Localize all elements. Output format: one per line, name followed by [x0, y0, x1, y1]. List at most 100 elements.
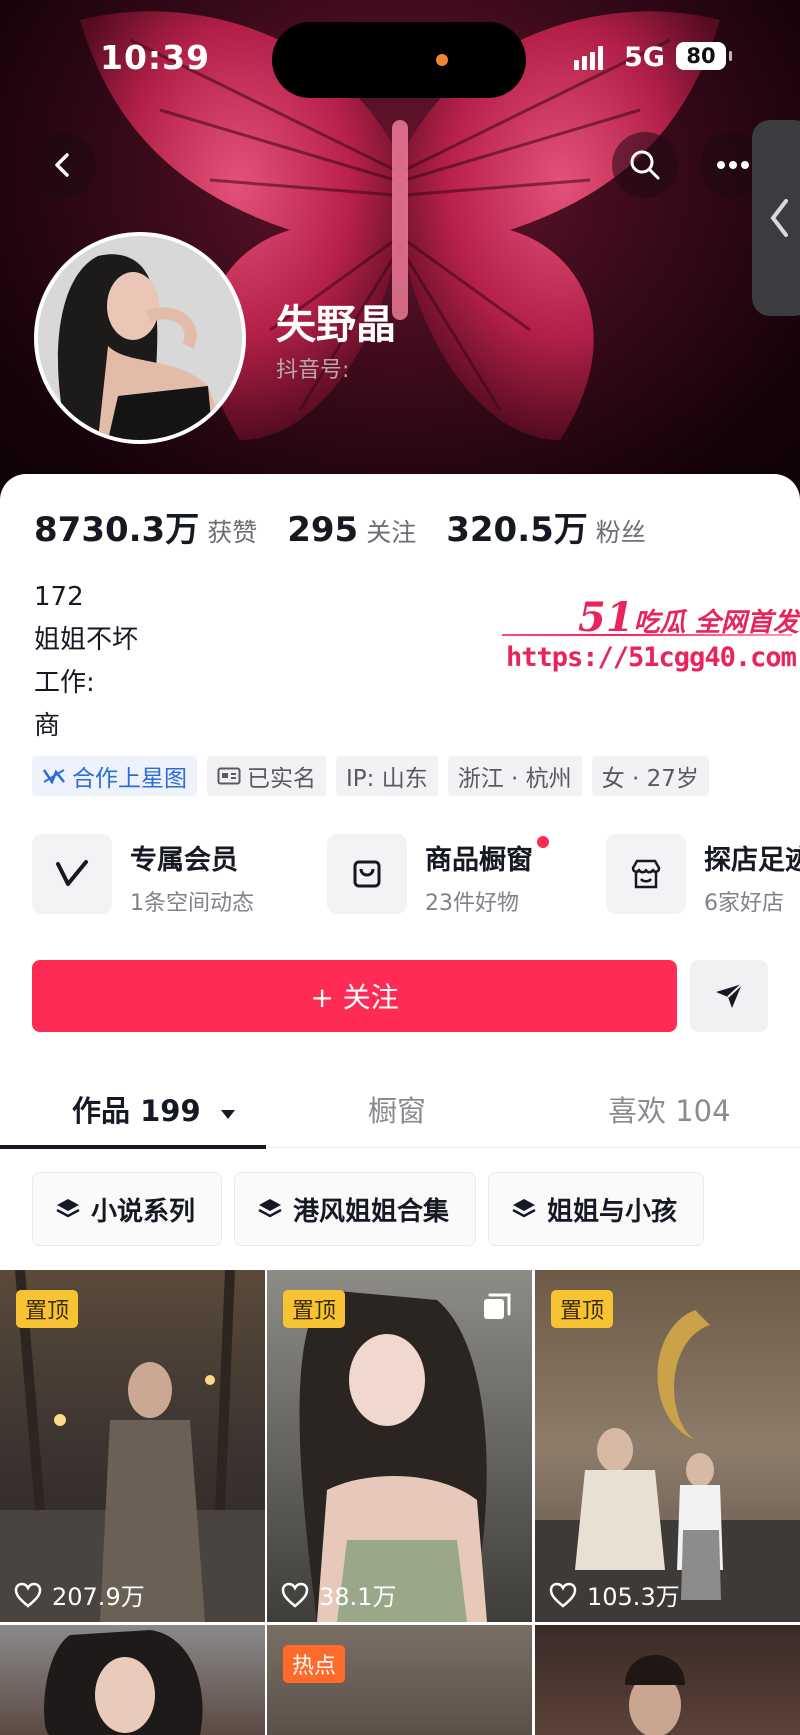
profile-name: 失野晶 [276, 302, 396, 348]
send-arrow-icon [716, 983, 743, 1008]
shortcut-row: 专属会员 1条空间动态 商品橱窗 23件好物 探店足迹 6家好店 [32, 834, 800, 918]
battery-icon: 80 [676, 42, 732, 70]
avatar[interactable] [34, 232, 246, 444]
shortcut-title: 专属会员 [130, 845, 238, 876]
pinned-badge: 置顶 [283, 1290, 346, 1328]
content-tabs: 作品 199 橱窗 喜欢 104 [0, 1070, 800, 1149]
search-button[interactable] [612, 132, 678, 198]
status-bar: 10:39 5G 80 [0, 0, 800, 110]
layers-icon [56, 1199, 80, 1218]
tag-verified[interactable]: 已实名 [207, 756, 326, 796]
more-dots-icon [717, 161, 749, 169]
profile-tags: 合作上星图 已实名 IP: 山东 浙江 · 杭州 女 · 27岁 [32, 756, 709, 796]
video-thumbnail[interactable]: 置顶 38.1万 [267, 1270, 532, 1622]
collection-label: 小说系列 [91, 1196, 196, 1227]
status-time: 10:39 [100, 38, 211, 77]
video-thumbnail-image [625, 1655, 685, 1735]
shortcut-subtitle: 6家好店 [704, 891, 784, 916]
avatar-image [38, 236, 242, 440]
video-thumbnail-image [44, 1630, 203, 1735]
collection-chips: 小说系列 港风姐姐合集 姐姐与小孩 [32, 1172, 705, 1246]
tag-xingtu[interactable]: 合作上星图 [32, 756, 197, 796]
tab-works-label: 作品 199 [72, 1094, 201, 1128]
shortcut-subtitle: 23件好物 [425, 891, 519, 916]
heart-icon [281, 1582, 309, 1608]
video-thumbnail[interactable] [0, 1625, 265, 1735]
active-tab-indicator [0, 1145, 266, 1149]
store-icon [606, 834, 686, 914]
tag-label: 已实名 [247, 766, 316, 792]
video-thumbnail[interactable] [535, 1625, 800, 1735]
signal-icon [574, 44, 603, 70]
watermark-overlay: 51吃瓜 全网首发 https://51cgg40.com [500, 594, 800, 684]
likes-label: 获赞 [207, 518, 258, 547]
video-thumbnail[interactable]: 置顶 105.3万 [535, 1270, 800, 1622]
collection-chip[interactable]: 小说系列 [32, 1172, 223, 1246]
following-count[interactable]: 295 [287, 510, 358, 550]
video-likes: 207.9万 [14, 1577, 145, 1612]
follow-button[interactable]: + 关注 [32, 960, 677, 1032]
tag-label: IP: 山东 [346, 766, 428, 792]
shortcut-store-visits[interactable]: 探店足迹 6家好店 [606, 834, 800, 917]
watermark-divider [502, 634, 792, 636]
tab-works[interactable]: 作品 199 [72, 1088, 237, 1130]
tab-likes[interactable]: 喜欢 104 [608, 1088, 731, 1130]
shortcut-title: 探店足迹 [704, 845, 800, 876]
collection-label: 姐姐与小孩 [547, 1196, 678, 1227]
side-panel-handle[interactable] [752, 120, 800, 316]
shortcut-title: 商品橱窗 [425, 836, 549, 877]
layers-icon [512, 1199, 536, 1218]
bio-line: 商 [34, 711, 61, 741]
heart-icon [14, 1582, 42, 1608]
bio-line: 172 [34, 582, 84, 612]
chevron-left-icon [770, 199, 788, 237]
shortcut-membership[interactable]: 专属会员 1条空间动态 [32, 834, 254, 917]
tag-label: 女 · 27岁 [601, 766, 699, 792]
send-message-button[interactable] [690, 960, 768, 1032]
shortcut-showcase[interactable]: 商品橱窗 23件好物 [327, 834, 549, 917]
layers-icon [258, 1199, 282, 1218]
shopping-bag-icon [327, 834, 407, 914]
tab-showcase[interactable]: 橱窗 [368, 1088, 426, 1130]
watermark-url: https://51cgg40.com [506, 642, 797, 673]
collection-chip[interactable]: 港风姐姐合集 [234, 1172, 477, 1246]
id-card-icon [217, 767, 241, 785]
following-label: 关注 [366, 518, 417, 547]
tag-gender-age: 女 · 27岁 [591, 756, 709, 796]
follow-button-label: + 关注 [310, 981, 399, 1014]
back-button[interactable] [30, 132, 96, 198]
notification-dot [537, 836, 549, 848]
followers-label: 粉丝 [595, 518, 646, 547]
shortcut-title-text: 商品橱窗 [425, 845, 533, 876]
likes-count[interactable]: 8730.3万 [34, 502, 199, 551]
pinned-badge: 置顶 [551, 1290, 614, 1328]
video-thumbnail[interactable]: 热点 [267, 1625, 532, 1735]
dynamic-island [272, 22, 526, 98]
tag-label: 合作上星图 [72, 766, 187, 792]
bio-line: 工作: [34, 668, 95, 698]
video-likes: 105.3万 [549, 1577, 680, 1612]
search-icon [630, 150, 660, 180]
caret-down-icon [220, 1110, 235, 1119]
xingtu-icon [42, 769, 65, 785]
pinned-badge: 置顶 [16, 1290, 79, 1328]
membership-icon [32, 834, 112, 914]
network-type: 5G [624, 42, 665, 73]
collection-chip[interactable]: 姐姐与小孩 [488, 1172, 705, 1246]
douyin-id-label: 抖音号: [276, 358, 350, 383]
heart-icon [549, 1582, 577, 1608]
bio-line: 姐姐不坏 [34, 625, 139, 655]
tag-location: 浙江 · 杭州 [447, 756, 582, 796]
video-thumbnail[interactable]: 置顶 207.9万 [0, 1270, 265, 1622]
video-likes: 38.1万 [281, 1577, 396, 1612]
chevron-left-icon [55, 153, 69, 177]
likes-count: 38.1万 [319, 1583, 397, 1611]
privacy-indicator-dot [436, 54, 448, 66]
likes-count: 105.3万 [587, 1583, 680, 1611]
multi-image-icon [484, 1293, 511, 1319]
likes-count: 207.9万 [52, 1583, 145, 1611]
followers-count[interactable]: 320.5万 [446, 502, 588, 551]
profile-bio: 172 姐姐不坏 工作: 商 [34, 576, 138, 748]
shortcut-subtitle: 1条空间动态 [130, 891, 254, 916]
profile-stats: 8730.3万 获赞 295 关注 320.5万 粉丝 [34, 502, 676, 551]
